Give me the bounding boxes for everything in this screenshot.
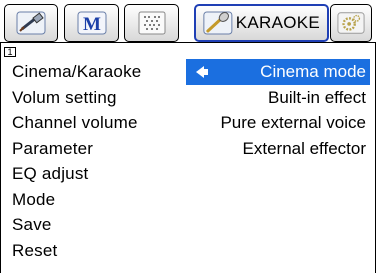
gear-icon bbox=[337, 12, 365, 34]
left-arrow-icon bbox=[196, 66, 208, 78]
option-built-in-effect[interactable]: Built-in effect bbox=[186, 85, 370, 111]
option-external-effector[interactable]: External effector bbox=[186, 136, 370, 162]
tab-settings[interactable] bbox=[330, 4, 372, 42]
option-label: External effector bbox=[242, 138, 366, 158]
menu-item-volum-setting[interactable]: Volum setting bbox=[12, 85, 141, 111]
microphone-icon bbox=[203, 11, 233, 35]
page-indicator: 1 bbox=[4, 47, 16, 57]
menu-item-reset[interactable]: Reset bbox=[12, 238, 141, 264]
tab-karaoke[interactable]: KARAOKE bbox=[194, 4, 329, 42]
option-cinema-mode[interactable]: Cinema mode bbox=[186, 59, 370, 85]
option-label: Pure external voice bbox=[220, 113, 366, 132]
svg-text:M: M bbox=[83, 14, 101, 35]
menu-item-save[interactable]: Save bbox=[12, 212, 141, 238]
tab-bar: M KARAOKE bbox=[0, 0, 376, 44]
menu-item-parameter[interactable]: Parameter bbox=[12, 136, 141, 162]
option-label: Built-in effect bbox=[268, 87, 366, 107]
tab-display[interactable] bbox=[124, 4, 179, 42]
menu-item-eq-adjust[interactable]: EQ adjust bbox=[12, 161, 141, 187]
menu-item-channel-volume[interactable]: Channel volume bbox=[12, 110, 141, 136]
tab-karaoke-label: KARAOKE bbox=[235, 13, 321, 32]
tab-m[interactable]: M bbox=[64, 4, 119, 42]
menu-list: Cinema/Karaoke Volum setting Channel vol… bbox=[12, 59, 141, 263]
hdmi-cable-icon bbox=[16, 11, 46, 35]
tab-hdmi[interactable] bbox=[4, 4, 58, 42]
option-pure-external-voice[interactable]: Pure external voice bbox=[186, 110, 370, 136]
dotted-grid-icon bbox=[138, 11, 165, 35]
m-logo-icon: M bbox=[77, 11, 106, 35]
options-list: Cinema mode Built-in effect Pure externa… bbox=[186, 59, 370, 161]
option-label: Cinema mode bbox=[260, 62, 366, 81]
menu-item-mode[interactable]: Mode bbox=[12, 187, 141, 213]
menu-item-cinema-karaoke[interactable]: Cinema/Karaoke bbox=[12, 59, 141, 85]
